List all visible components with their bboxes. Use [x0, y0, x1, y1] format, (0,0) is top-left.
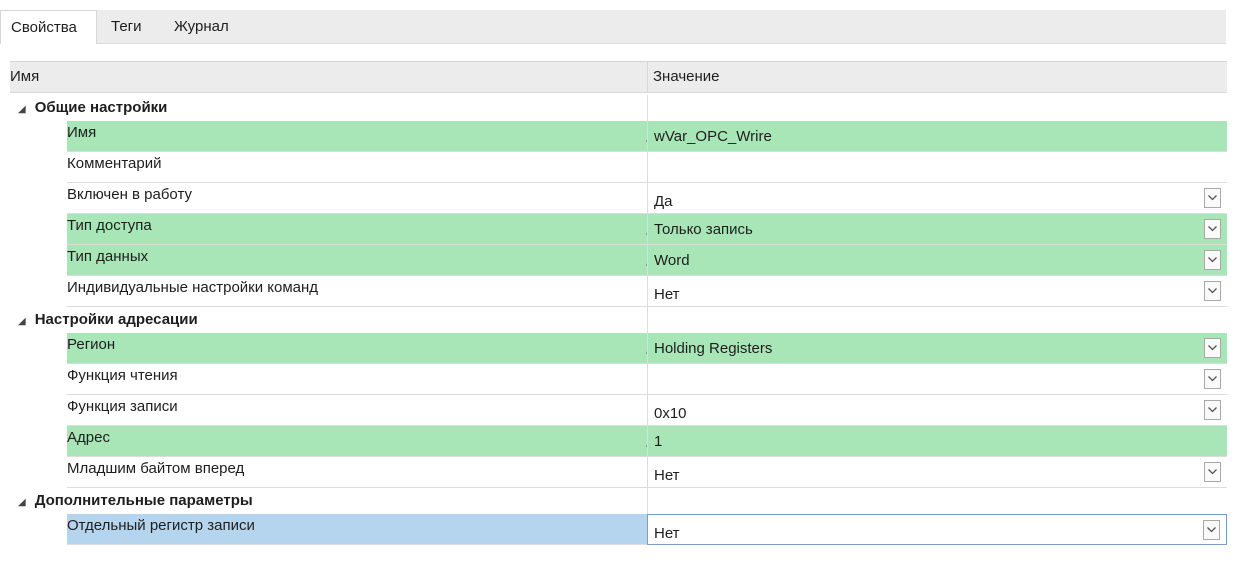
property-name-cell[interactable]: Имя: [67, 121, 658, 152]
property-name: Имя: [67, 124, 97, 141]
group-label: Дополнительные параметры: [34, 492, 253, 509]
property-value-cell[interactable]: Нет: [647, 276, 1227, 307]
property-value-cell[interactable]: Нет: [647, 514, 1227, 545]
tab-tags[interactable]: Теги: [111, 10, 142, 43]
property-name: Функция записи: [67, 398, 178, 415]
property-value: 1: [654, 433, 663, 450]
property-value-cell[interactable]: 1: [647, 426, 1227, 457]
group-value-cell: [647, 307, 1227, 333]
property-value-cell[interactable]: Только запись: [647, 214, 1227, 245]
property-name: Включен в работу: [67, 186, 192, 203]
property-value-cell[interactable]: Да: [647, 183, 1227, 214]
property-row[interactable]: Индивидуальные настройки команд Нет: [10, 276, 1227, 307]
property-name: Тип доступа: [67, 217, 152, 234]
property-row[interactable]: Адрес 1: [10, 426, 1227, 457]
property-value: 0x10: [654, 405, 687, 422]
dropdown-button[interactable]: [1204, 281, 1221, 301]
dropdown-button[interactable]: [1204, 400, 1221, 420]
property-row[interactable]: Тип доступа Только запись: [10, 214, 1227, 245]
property-name: Отдельный регистр записи: [67, 517, 255, 534]
property-row[interactable]: Регион Holding Registers: [10, 333, 1227, 364]
property-name: Индивидуальные настройки команд: [67, 279, 319, 296]
property-name-cell[interactable]: Тип доступа: [67, 214, 658, 245]
property-value: Да: [654, 193, 673, 210]
property-name: Функция чтения: [67, 367, 178, 384]
property-value-cell[interactable]: [647, 364, 1227, 395]
property-name-cell[interactable]: Тип данных: [67, 245, 658, 276]
property-value-cell[interactable]: Word: [647, 245, 1227, 276]
property-name-cell[interactable]: Адрес: [67, 426, 658, 457]
group-header[interactable]: ◢ Общие настройки: [10, 95, 1227, 121]
property-name: Комментарий: [67, 155, 162, 172]
group-value-cell: [647, 488, 1227, 514]
dropdown-button[interactable]: [1203, 520, 1220, 540]
group-header[interactable]: ◢ Настройки адресации: [10, 307, 1227, 333]
property-row[interactable]: Включен в работу Да: [10, 183, 1227, 214]
property-row[interactable]: Комментарий: [10, 152, 1227, 183]
property-name-cell[interactable]: Регион: [67, 333, 658, 364]
group-header[interactable]: ◢ Дополнительные параметры: [10, 488, 1227, 514]
property-value-cell[interactable]: Holding Registers: [647, 333, 1227, 364]
property-row[interactable]: Тип данных Word: [10, 245, 1227, 276]
property-name-cell[interactable]: Функция записи: [67, 395, 647, 426]
property-name: Младшим байтом вперед: [67, 460, 245, 477]
column-header-value[interactable]: Значение: [653, 62, 720, 92]
tab-journal[interactable]: Журнал: [174, 10, 229, 43]
property-name: Регион: [67, 336, 116, 353]
dropdown-button[interactable]: [1204, 250, 1221, 270]
tab-bar: Свойства Теги Журнал: [0, 10, 1226, 44]
dropdown-button[interactable]: [1204, 369, 1221, 389]
property-name: Тип данных: [67, 248, 149, 265]
property-value: Holding Registers: [654, 340, 773, 357]
property-row[interactable]: Отдельный регистр записи Нет: [10, 514, 1227, 545]
property-name-cell[interactable]: Отдельный регистр записи: [67, 514, 647, 545]
property-value: Нет: [654, 525, 680, 542]
property-name: Адрес: [67, 429, 110, 446]
property-row[interactable]: Имя wVar_OPC_Wrire: [10, 121, 1227, 152]
property-value: Нет: [654, 286, 680, 303]
grid-header: Имя Значение: [10, 62, 1227, 93]
property-value: wVar_OPC_Wrire: [654, 128, 772, 145]
property-name-cell[interactable]: Функция чтения: [67, 364, 647, 395]
collapse-triangle-icon[interactable]: ◢: [18, 97, 26, 123]
group-label: Общие настройки: [34, 99, 168, 116]
dropdown-button[interactable]: [1204, 338, 1221, 358]
property-value-cell[interactable]: [647, 152, 1227, 183]
dropdown-button[interactable]: [1204, 188, 1221, 208]
column-divider[interactable]: [647, 62, 648, 92]
group-value-cell: [647, 95, 1227, 121]
property-value-cell[interactable]: Нет: [647, 457, 1227, 488]
property-value: Только запись: [654, 221, 753, 238]
property-value-cell[interactable]: 0x10: [647, 395, 1227, 426]
property-grid: Имя Значение ◢ Общие настройки Имя wVar_OPC…: [10, 61, 1227, 565]
property-value: Нет: [654, 467, 680, 484]
property-name-cell[interactable]: Младшим байтом вперед: [67, 457, 647, 488]
group-label: Настройки адресации: [34, 311, 198, 328]
column-header-name[interactable]: Имя: [10, 62, 39, 92]
property-name-cell[interactable]: Индивидуальные настройки команд: [67, 276, 647, 307]
property-value: Word: [654, 252, 690, 269]
property-row[interactable]: Младшим байтом вперед Нет: [10, 457, 1227, 488]
property-name-cell[interactable]: Комментарий: [67, 152, 647, 183]
property-row[interactable]: Функция записи 0x10: [10, 395, 1227, 426]
dropdown-button[interactable]: [1204, 462, 1221, 482]
collapse-triangle-icon[interactable]: ◢: [18, 309, 26, 335]
dropdown-button[interactable]: [1204, 219, 1221, 239]
property-value-cell[interactable]: wVar_OPC_Wrire: [647, 121, 1227, 152]
tab-properties[interactable]: Свойства: [0, 10, 97, 44]
collapse-triangle-icon[interactable]: ◢: [18, 490, 26, 516]
property-name-cell[interactable]: Включен в работу: [67, 183, 647, 214]
property-row[interactable]: Функция чтения: [10, 364, 1227, 395]
